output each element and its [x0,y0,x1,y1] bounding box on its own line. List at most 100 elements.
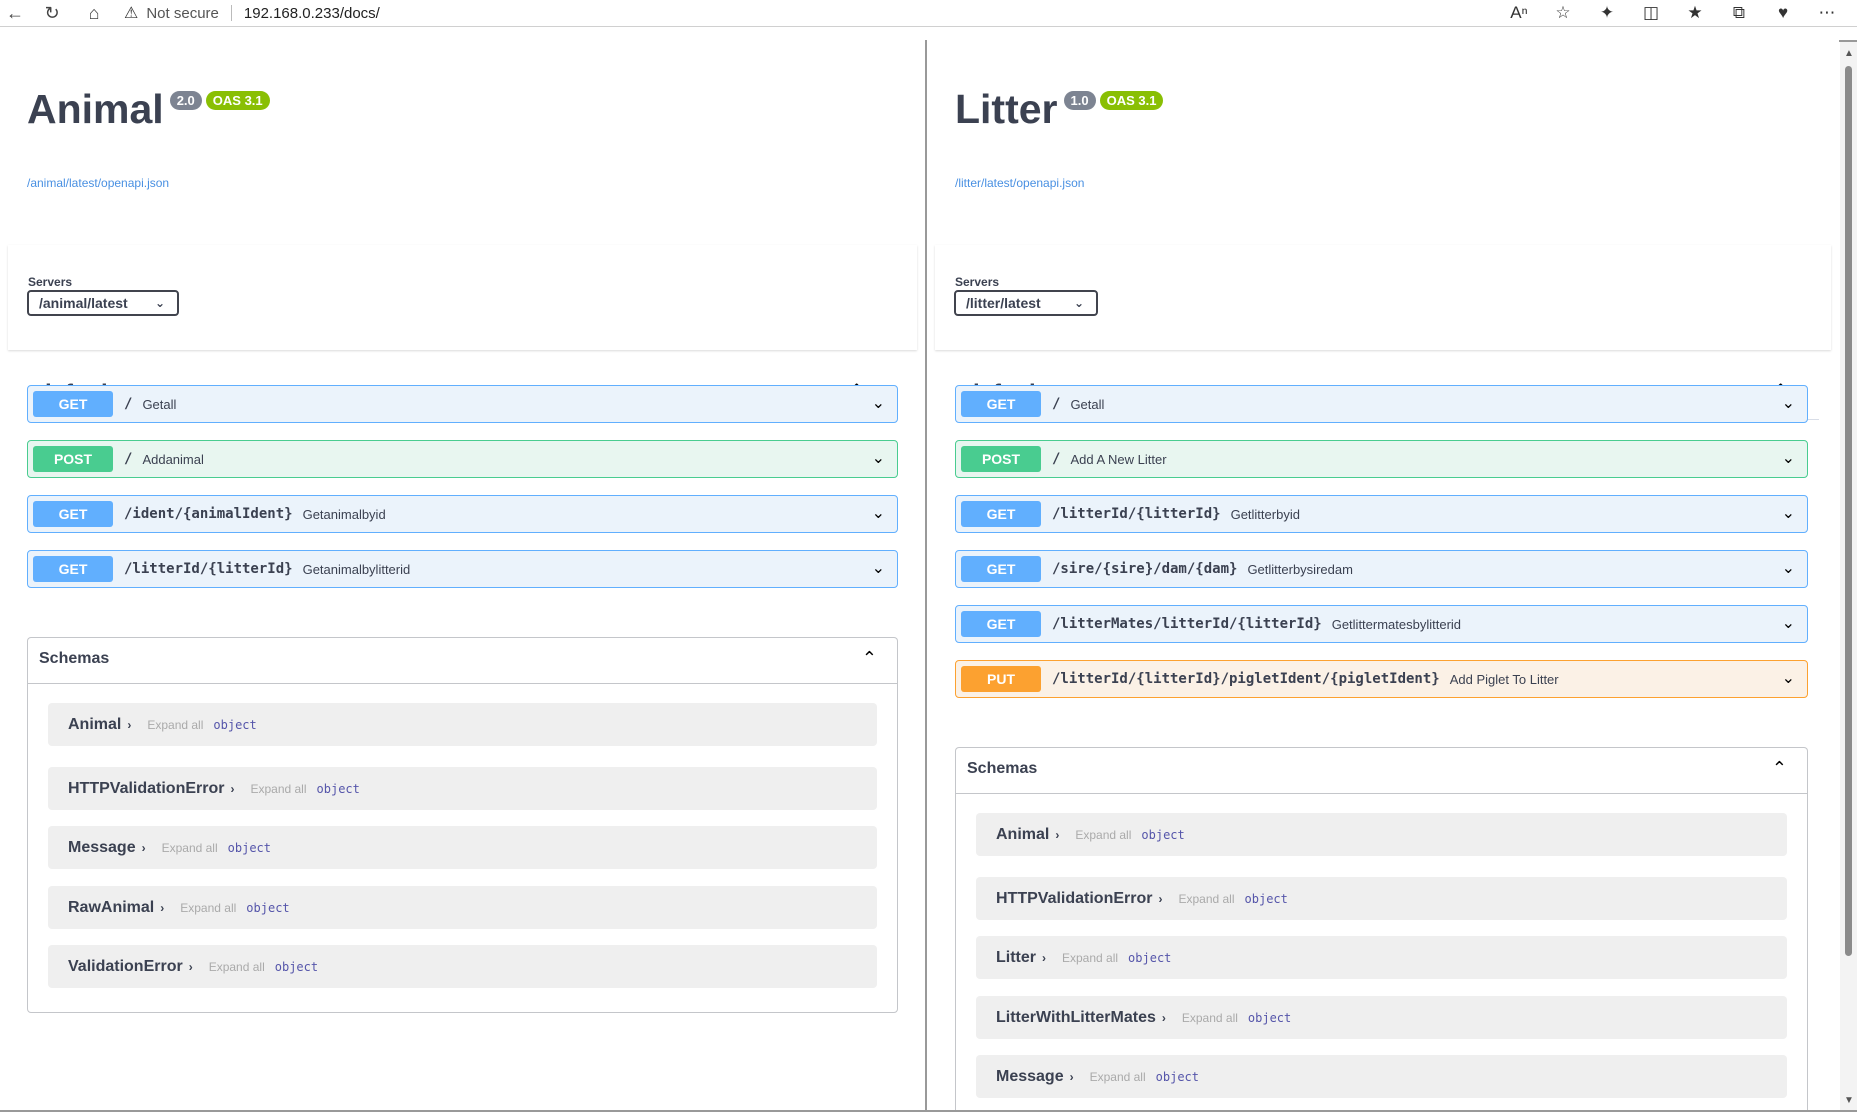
expand-all-link[interactable]: Expand all [1178,892,1234,906]
menu-icon[interactable]: ⋯ [1805,3,1849,23]
operation-get-ident[interactable]: GET /ident/{animalIdent} Getanimalbyid ⌄ [27,495,898,533]
chevron-right-icon: › [188,959,193,974]
operation-get-littermates[interactable]: GET /litterMates/litterId/{litterId} Get… [955,605,1808,643]
schema-type: object [316,781,360,796]
favorite-star-icon[interactable]: ☆ [1541,3,1585,23]
bottom-border [0,1110,1857,1112]
operation-get-litterid[interactable]: GET /litterId/{litterId} Getlitterbyid ⌄ [955,495,1808,533]
openapi-spec-link[interactable]: /litter/latest/openapi.json [955,176,1084,190]
expand-all-link[interactable]: Expand all [1090,1070,1146,1084]
expand-all-link[interactable]: Expand all [180,901,236,915]
operation-post-root[interactable]: POST / Addanimal ⌄ [27,440,898,478]
chevron-down-icon[interactable]: ⌄ [872,558,885,578]
operation-path: /ident/{animalIdent} [124,506,293,522]
operation-summary: Getlittermatesbylitterid [1331,616,1462,632]
scrollbar-thumb[interactable] [1845,66,1852,956]
expand-all-link[interactable]: Expand all [209,960,265,974]
chevron-down-icon[interactable]: ⌄ [1782,668,1795,688]
operation-get-siredam[interactable]: GET /sire/{sire}/dam/{dam} Getlitterbysi… [955,550,1808,588]
schema-name: RawAnimal [68,898,155,916]
servers-section: Servers /animal/latest ⌄ [8,245,917,350]
schema-item[interactable]: HTTPValidationError › Expand all object [976,877,1787,920]
address-separator [230,5,232,21]
operation-post-root[interactable]: POST / Add A New Litter ⌄ [955,440,1808,478]
schema-name: ValidationError [68,957,183,975]
schema-item[interactable]: Animal › Expand all object [48,703,877,746]
favorites-icon[interactable]: ★ [1673,3,1717,23]
security-indicator[interactable]: ⚠ Not secure [124,3,219,23]
operation-path: / [1052,396,1061,412]
expand-all-link[interactable]: Expand all [147,718,203,732]
schemas-header[interactable]: Schemas ⌃ [956,748,1807,794]
api-title-block: Litter 1.0 OAS 3.1 [955,86,1164,133]
openapi-spec-link[interactable]: /animal/latest/openapi.json [27,176,169,190]
operation-summary: Add A New Litter [1070,451,1167,467]
scroll-up-icon[interactable]: ▲ [1844,48,1854,59]
browser-toolbar: ← ↻ ⌂ ⚠ Not secure 192.168.0.233/docs/ A… [0,0,1857,27]
schema-type: object [274,959,319,974]
home-icon[interactable]: ⌂ [74,0,114,26]
operation-path: /litterId/{litterId} [1052,506,1221,522]
chevron-down-icon[interactable]: ⌄ [872,448,885,468]
server-select-value: /animal/latest [39,295,128,311]
oas-badge: OAS 3.1 [205,91,270,110]
expand-all-link[interactable]: Expand all [1062,951,1118,965]
chevron-down-icon[interactable]: ⌄ [1782,448,1795,468]
schema-type: object [227,840,271,855]
operation-get-litterid[interactable]: GET /litterId/{litterId} Getanimalbylitt… [27,550,898,588]
api-info: Litter 1.0 OAS 3.1 /litter/latest/openap… [927,40,1839,210]
operation-path: / [124,451,133,467]
operation-summary: Getall [1070,396,1105,412]
schema-type: object [1244,891,1288,906]
operation-get-root[interactable]: GET / Getall ⌄ [955,385,1808,423]
server-select[interactable]: /litter/latest ⌄ [954,290,1098,316]
method-badge: GET [33,556,113,582]
schema-item[interactable]: Animal › Expand all object [976,813,1787,856]
schema-item[interactable]: Message › Expand all object [976,1055,1787,1098]
back-icon[interactable]: ← [0,0,30,26]
api-info: Animal 2.0 OAS 3.1 /animal/latest/openap… [0,40,925,210]
collections-icon[interactable]: ⧉ [1717,3,1761,23]
browser-essentials-icon[interactable]: ♥ [1761,3,1805,23]
chevron-down-icon[interactable]: ⌄ [872,503,885,523]
schemas-title: Schemas [967,760,1038,777]
server-select-value: /litter/latest [966,295,1041,311]
schema-item[interactable]: Message › Expand all object [48,826,877,869]
chevron-down-icon[interactable]: ⌄ [1782,613,1795,633]
chevron-right-icon: › [1055,827,1060,842]
expand-all-link[interactable]: Expand all [250,782,306,796]
address-bar[interactable]: 192.168.0.233/docs/ [244,5,380,22]
refresh-icon[interactable]: ↻ [30,0,74,26]
chevron-down-icon[interactable]: ⌄ [872,393,885,413]
operation-path: /litterMates/litterId/{litterId} [1052,616,1322,632]
servers-section: Servers /litter/latest ⌄ [935,245,1831,350]
operation-get-root[interactable]: GET / Getall ⌄ [27,385,898,423]
chevron-down-icon[interactable]: ⌄ [1782,393,1795,413]
right-pane-scrollbar[interactable]: ▲ ▼ [1840,42,1857,1110]
operation-put-piglet[interactable]: PUT /litterId/{litterId}/pigletIdent/{pi… [955,660,1808,698]
extensions-icon[interactable]: ✦ [1585,3,1629,23]
schema-item[interactable]: RawAnimal › Expand all object [48,886,877,929]
expand-all-link[interactable]: Expand all [1182,1011,1238,1025]
schema-item[interactable]: ValidationError › Expand all object [48,945,877,988]
expand-all-link[interactable]: Expand all [1075,828,1131,842]
schema-item[interactable]: Litter › Expand all object [976,936,1787,979]
schema-name: Animal [68,715,122,733]
schema-item[interactable]: HTTPValidationError › Expand all object [48,767,877,810]
schema-type: object [1247,1010,1292,1025]
schema-name: Message [68,838,136,856]
chevron-down-icon[interactable]: ⌄ [1782,558,1795,578]
server-select[interactable]: /animal/latest ⌄ [27,290,179,316]
chevron-up-icon[interactable]: ⌃ [862,648,877,669]
schema-item[interactable]: LitterWithLitterMates › Expand all objec… [976,996,1787,1039]
schemas-header[interactable]: Schemas ⌃ [28,638,897,684]
schemas-section: Schemas ⌃ Animal › Expand all object HTT… [27,637,898,1013]
chevron-up-icon[interactable]: ⌃ [1772,758,1787,779]
split-screen-icon[interactable]: ◫ [1629,3,1673,23]
litter-docs-pane: Litter 1.0 OAS 3.1 /litter/latest/openap… [927,40,1839,1112]
read-aloud-icon[interactable]: Aⁿ [1497,3,1541,23]
expand-all-link[interactable]: Expand all [162,841,218,855]
scroll-down-icon[interactable]: ▼ [1844,1095,1854,1106]
chevron-down-icon[interactable]: ⌄ [1782,503,1795,523]
operation-summary: Add Piglet To Litter [1449,671,1559,687]
